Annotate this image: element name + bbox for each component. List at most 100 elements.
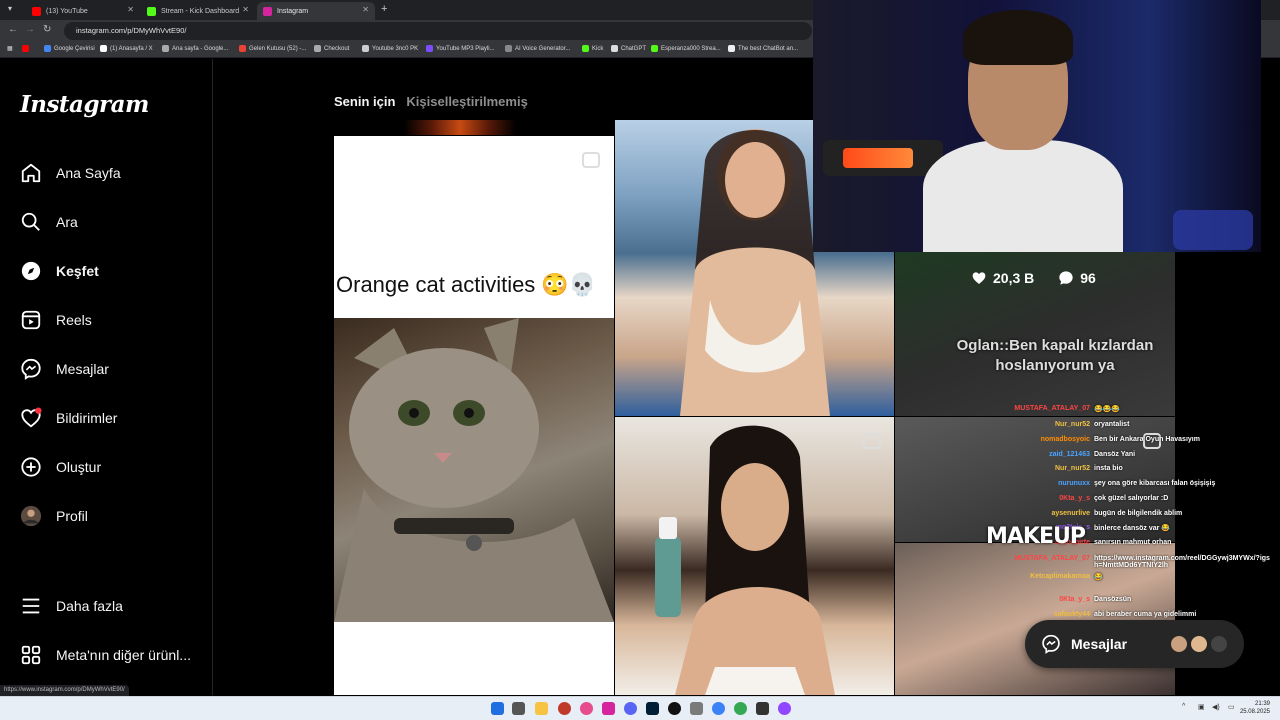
close-icon[interactable]: ✕ xyxy=(362,5,369,14)
cat-caption: Orange cat activities 😳💀 xyxy=(336,272,597,297)
home-icon xyxy=(21,163,41,183)
explore-tile-cat[interactable]: Orange cat activities 😳💀 xyxy=(334,136,614,695)
back-icon[interactable]: ← xyxy=(8,24,18,35)
messages-pill[interactable]: Mesajlar xyxy=(1025,620,1244,668)
bookmark[interactable]: Esperanza000 Strea... xyxy=(651,45,721,52)
youtube-icon xyxy=(32,6,41,16)
bookmark[interactable]: The best ChatBot an... xyxy=(728,45,798,52)
chat-message: 0Kta_y_s Dansözsün xyxy=(990,596,1131,603)
instagram-app-icon[interactable] xyxy=(602,702,615,715)
task-view-icon[interactable] xyxy=(512,702,525,715)
app-icon[interactable] xyxy=(580,702,593,715)
chat-text: bugün de bilgilendik ablim xyxy=(1094,510,1183,517)
system-clock[interactable]: 21:39 25.08.2025 xyxy=(1240,700,1270,716)
close-icon[interactable]: ✕ xyxy=(127,5,134,14)
chat-username: Ketcaplimakarnaa xyxy=(1030,573,1090,580)
address-bar[interactable]: instagram.com/p/DMyWhVvtE90/ xyxy=(64,22,812,40)
messenger-icon xyxy=(1042,634,1060,654)
bookmark[interactable]: Ana sayfa - Google... xyxy=(162,45,228,52)
new-tab-button[interactable]: + xyxy=(381,3,387,15)
heart-filled-icon xyxy=(972,272,986,284)
app-icon[interactable] xyxy=(690,702,703,715)
chat-text: abi beraber cuma ya gidelimmi xyxy=(1094,611,1197,618)
discord-icon[interactable] xyxy=(624,702,637,715)
instagram-logo[interactable]: Instagram xyxy=(20,91,149,118)
bookmark[interactable]: Kick xyxy=(582,45,603,52)
microphone-light xyxy=(843,148,913,168)
comment-filled-icon xyxy=(1059,271,1073,285)
tray-chevron-icon[interactable]: ^ xyxy=(1182,703,1185,710)
nav-notifications[interactable]: Bildirimler xyxy=(20,403,117,433)
avatar xyxy=(1189,634,1209,654)
chat-username: MUSTAFA_ATALAY_07 xyxy=(1014,405,1090,412)
chat-username: 0Kta_y_s xyxy=(1059,596,1090,603)
nav-explore[interactable]: Keşfet xyxy=(20,256,99,286)
chat-username: 0Kta_y_s xyxy=(1059,495,1090,502)
tab-for-you[interactable]: Senin için xyxy=(334,94,395,109)
bookmark[interactable]: ChatGPT xyxy=(611,45,646,52)
bookmarks-apps-icon[interactable]: ▦ xyxy=(7,45,13,52)
video-caption: Oglan::Ben kapalı kızlardan hoslanıyorum… xyxy=(956,337,1154,374)
bookmark[interactable]: (1) Anasayfa / X xyxy=(100,45,153,52)
clock-date: 25.08.2025 xyxy=(1239,709,1270,715)
chat-text: Dansöz Yani xyxy=(1094,451,1136,458)
bookmark[interactable]: YouTube MP3 Playli... xyxy=(426,45,495,52)
stream-chat: MUSTAFA_ATALAY_07 😂😂😂 Nur_nur52 oryantalist… xyxy=(990,393,1280,625)
explore-tile-hover[interactable]: 20,3 B 96 Oglan::Ben kapalı kızlardan ho… xyxy=(895,252,1175,416)
streamer-webcam xyxy=(813,0,1261,252)
bookmark[interactable]: Google Çevirisi xyxy=(44,45,95,52)
volume-icon[interactable]: ◀) xyxy=(1212,703,1220,711)
bookmark[interactable]: Gelen Kutusu (52) -... xyxy=(239,45,306,52)
explore-tile-reel[interactable] xyxy=(615,417,894,695)
nav-meta-products[interactable]: Meta'nın diğer ürünl... xyxy=(20,640,191,670)
nav-search[interactable]: Ara xyxy=(20,207,78,237)
tab-youtube[interactable]: (13) YouTube ✕ xyxy=(26,2,140,20)
tab-instagram[interactable]: Instagram ✕ xyxy=(257,2,375,20)
explore-tile-partial[interactable] xyxy=(334,120,614,135)
nav-create[interactable]: Oluştur xyxy=(20,452,101,482)
app-icon[interactable] xyxy=(712,702,725,715)
file-explorer-icon[interactable] xyxy=(535,702,548,715)
nav-home[interactable]: Ana Sayfa xyxy=(20,158,121,188)
tab-non-personalized[interactable]: Kişiselleştirilmemiş xyxy=(406,94,527,109)
obs-icon[interactable] xyxy=(756,702,769,715)
reels-icon xyxy=(21,310,41,330)
avatar xyxy=(1209,634,1229,654)
reel-icon xyxy=(863,433,881,449)
battery-icon[interactable]: ▭ xyxy=(1228,703,1235,711)
chrome-icon[interactable] xyxy=(734,702,747,715)
bookmark[interactable]: Checkout xyxy=(314,45,349,52)
nav-label: Mesajlar xyxy=(56,361,109,377)
chat-text: insta bio xyxy=(1094,465,1123,472)
chat-text: sanırsın mahmut orhan xyxy=(1094,539,1172,546)
tab-title: Stream - Kick Dashboard xyxy=(161,7,240,15)
chat-username: zaid_121463 xyxy=(1049,451,1090,458)
forward-icon[interactable]: → xyxy=(25,24,35,35)
bookmark[interactable]: AI Voice Generator... xyxy=(505,45,570,52)
nav-label: Keşfet xyxy=(56,263,99,279)
close-icon[interactable]: ✕ xyxy=(242,5,249,14)
windows-start-icon[interactable] xyxy=(491,702,504,715)
instagram-sidebar: Instagram Ana Sayfa Ara Keşfet Reels Mes… xyxy=(0,59,213,695)
tab-search-icon[interactable]: ▾ xyxy=(8,4,12,13)
bookmark[interactable] xyxy=(22,45,29,52)
network-icon[interactable]: ▣ xyxy=(1198,703,1205,711)
chat-message: MUSTAFA_ATALAY_07 😂😂😂 xyxy=(990,405,1120,413)
clock-time: 21:39 xyxy=(1254,701,1270,707)
bookmark[interactable]: Youtube 3nc0 PK xyxy=(362,45,418,52)
tab-kick-dashboard[interactable]: Stream - Kick Dashboard ✕ xyxy=(141,2,255,20)
nav-more[interactable]: Daha fazla xyxy=(20,591,123,621)
messenger-icon xyxy=(21,358,41,380)
nav-label: Profil xyxy=(56,508,88,524)
photoshop-icon[interactable] xyxy=(646,702,659,715)
compass-icon xyxy=(21,261,41,281)
nav-profile[interactable]: Profil xyxy=(20,501,88,531)
tiktok-icon[interactable] xyxy=(668,702,681,715)
link-status: https://www.instagram.com/p/DMyWhVvtE90/ xyxy=(0,685,129,696)
app-icon[interactable] xyxy=(558,702,571,715)
nav-reels[interactable]: Reels xyxy=(20,305,92,335)
app-icon[interactable] xyxy=(778,702,791,715)
reload-icon[interactable]: ↻ xyxy=(43,24,51,35)
nav-label: Bildirimler xyxy=(56,410,118,426)
nav-messages[interactable]: Mesajlar xyxy=(20,354,109,384)
